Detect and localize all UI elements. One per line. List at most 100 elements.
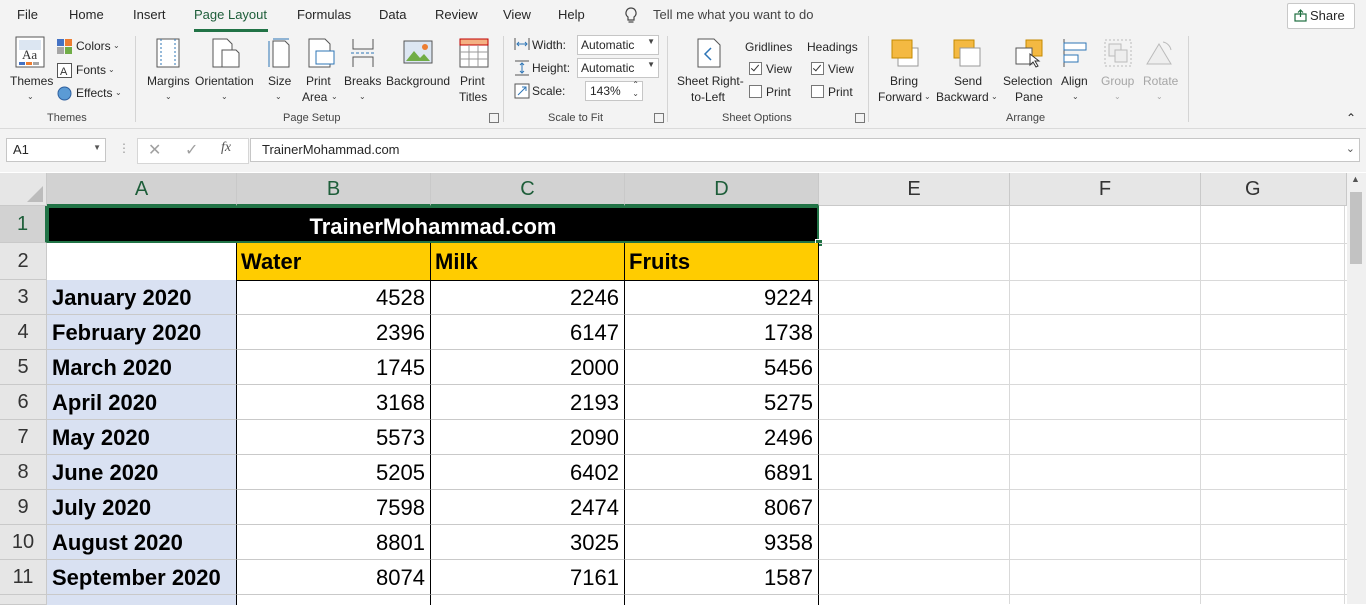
- column-header-b[interactable]: B: [237, 173, 431, 206]
- fruits-cell[interactable]: 5275: [625, 385, 819, 420]
- row-header[interactable]: 4: [0, 315, 47, 350]
- fruits-cell[interactable]: 5456: [625, 350, 819, 385]
- milk-cell[interactable]: 2090: [431, 420, 625, 455]
- expand-formula-icon[interactable]: ⌄: [1346, 142, 1355, 155]
- row-header[interactable]: 6: [0, 385, 47, 420]
- headings-print-checkbox[interactable]: [811, 85, 824, 98]
- month-cell[interactable]: July 2020: [47, 490, 237, 525]
- month-cell[interactable]: September 2020: [47, 560, 237, 595]
- scrollbar-thumb[interactable]: [1350, 192, 1362, 264]
- row-header[interactable]: 5: [0, 350, 47, 385]
- selection-pane-button[interactable]: Selection Pane: [1002, 34, 1054, 106]
- fruits-cell[interactable]: 9358: [625, 525, 819, 560]
- column-header-e[interactable]: E: [819, 173, 1010, 206]
- column-header-f[interactable]: F: [1010, 173, 1201, 206]
- row-header[interactable]: 3: [0, 280, 47, 315]
- milk-cell[interactable]: 2246: [431, 280, 625, 315]
- milk-cell[interactable]: 2193: [431, 385, 625, 420]
- formula-input[interactable]: TrainerMohammad.com ⌄: [250, 138, 1360, 162]
- water-cell[interactable]: 3168: [237, 385, 431, 420]
- tab-formulas[interactable]: Formulas: [297, 7, 351, 22]
- month-cell[interactable]: August 2020: [47, 525, 237, 560]
- headings-view-checkbox[interactable]: [811, 62, 824, 75]
- water-cell[interactable]: 8074: [237, 560, 431, 595]
- month-cell[interactable]: June 2020: [47, 455, 237, 490]
- colors-button[interactable]: Colors ⌄: [57, 38, 127, 56]
- background-button[interactable]: Background: [385, 34, 451, 106]
- column-header-c[interactable]: C: [431, 173, 625, 206]
- water-cell[interactable]: 8801: [237, 525, 431, 560]
- print-area-button[interactable]: Print Area ⌄: [300, 34, 342, 106]
- name-box[interactable]: A1 ▼: [6, 138, 106, 162]
- gridlines-view-checkbox[interactable]: [749, 62, 762, 75]
- tab-review[interactable]: Review: [435, 7, 478, 22]
- row-header-2[interactable]: 2: [0, 243, 47, 280]
- sheet-right-to-left-button[interactable]: Sheet Right- to-Left: [673, 34, 745, 106]
- fruits-cell[interactable]: 1587: [625, 560, 819, 595]
- row-header[interactable]: 8: [0, 455, 47, 490]
- milk-cell[interactable]: 2000: [431, 350, 625, 385]
- water-cell[interactable]: 4528: [237, 280, 431, 315]
- row-header[interactable]: 10: [0, 525, 47, 560]
- scroll-up-icon[interactable]: ▲: [1351, 174, 1360, 184]
- gridlines-print-checkbox[interactable]: [749, 85, 762, 98]
- tab-help[interactable]: Help: [558, 7, 585, 22]
- send-backward-button[interactable]: Send Backward ⌄: [936, 34, 1000, 106]
- themes-button[interactable]: Aa Themes ⌄: [6, 34, 54, 104]
- month-cell[interactable]: January 2020: [47, 280, 237, 315]
- tab-page-layout[interactable]: Page Layout: [194, 7, 267, 22]
- month-cell[interactable]: May 2020: [47, 420, 237, 455]
- water-cell[interactable]: 2396: [237, 315, 431, 350]
- milk-cell[interactable]: 2474: [431, 490, 625, 525]
- breaks-button[interactable]: Breaks ⌄: [344, 34, 382, 106]
- tell-me-search[interactable]: Tell me what you want to do: [653, 7, 813, 22]
- vertical-scrollbar[interactable]: ▲: [1347, 173, 1366, 604]
- page-setup-dialog-launcher[interactable]: [489, 113, 499, 123]
- fruits-cell[interactable]: 1738: [625, 315, 819, 350]
- height-dropdown[interactable]: Automatic ▼: [577, 58, 659, 78]
- fruits-cell[interactable]: 2496: [625, 420, 819, 455]
- column-header-d[interactable]: D: [625, 173, 819, 206]
- tab-home[interactable]: Home: [69, 7, 104, 22]
- header-cell-fruits[interactable]: Fruits: [625, 243, 819, 280]
- tab-file[interactable]: File: [17, 7, 38, 22]
- fonts-button[interactable]: A Fonts ⌄: [57, 62, 127, 80]
- tab-view[interactable]: View: [503, 7, 531, 22]
- month-cell[interactable]: February 2020: [47, 315, 237, 350]
- cancel-icon[interactable]: ✕: [148, 140, 161, 160]
- water-cell[interactable]: 1745: [237, 350, 431, 385]
- fruits-cell[interactable]: 9224: [625, 280, 819, 315]
- month-cell[interactable]: March 2020: [47, 350, 237, 385]
- milk-cell[interactable]: 6402: [431, 455, 625, 490]
- share-button[interactable]: Share: [1287, 3, 1355, 29]
- header-cell-water[interactable]: Water: [237, 243, 431, 280]
- month-cell[interactable]: April 2020: [47, 385, 237, 420]
- row-header[interactable]: 9: [0, 490, 47, 525]
- print-titles-button[interactable]: Print Titles: [455, 34, 493, 106]
- title-cell-a1[interactable]: TrainerMohammad.com: [47, 206, 819, 243]
- fruits-cell[interactable]: 6891: [625, 455, 819, 490]
- margins-button[interactable]: Margins ⌄: [145, 34, 191, 106]
- orientation-button[interactable]: Orientation ⌄: [194, 34, 256, 106]
- spin-up-icon[interactable]: ⌃: [632, 80, 639, 89]
- collapse-ribbon-icon[interactable]: ⌃: [1346, 110, 1356, 126]
- column-header-g[interactable]: G: [1201, 173, 1347, 206]
- insert-function-icon[interactable]: fx: [221, 140, 231, 156]
- milk-cell[interactable]: 3025: [431, 525, 625, 560]
- water-cell[interactable]: 7598: [237, 490, 431, 525]
- scale-spinner[interactable]: 143% ⌃ ⌄: [585, 80, 643, 101]
- width-dropdown[interactable]: Automatic ▼: [577, 35, 659, 55]
- water-cell[interactable]: 5573: [237, 420, 431, 455]
- header-cell-milk[interactable]: Milk: [431, 243, 625, 280]
- effects-button[interactable]: Effects ⌄: [57, 85, 127, 103]
- fruits-cell[interactable]: 8067: [625, 490, 819, 525]
- row-header[interactable]: 7: [0, 420, 47, 455]
- row-header[interactable]: 11: [0, 560, 47, 595]
- sheet-options-dialog-launcher[interactable]: [855, 113, 865, 123]
- water-cell[interactable]: 5205: [237, 455, 431, 490]
- cell-a2[interactable]: [47, 243, 237, 280]
- milk-cell[interactable]: 6147: [431, 315, 625, 350]
- enter-icon[interactable]: ✓: [185, 140, 198, 160]
- select-all-corner[interactable]: [0, 173, 47, 206]
- size-button[interactable]: Size ⌄: [263, 34, 295, 106]
